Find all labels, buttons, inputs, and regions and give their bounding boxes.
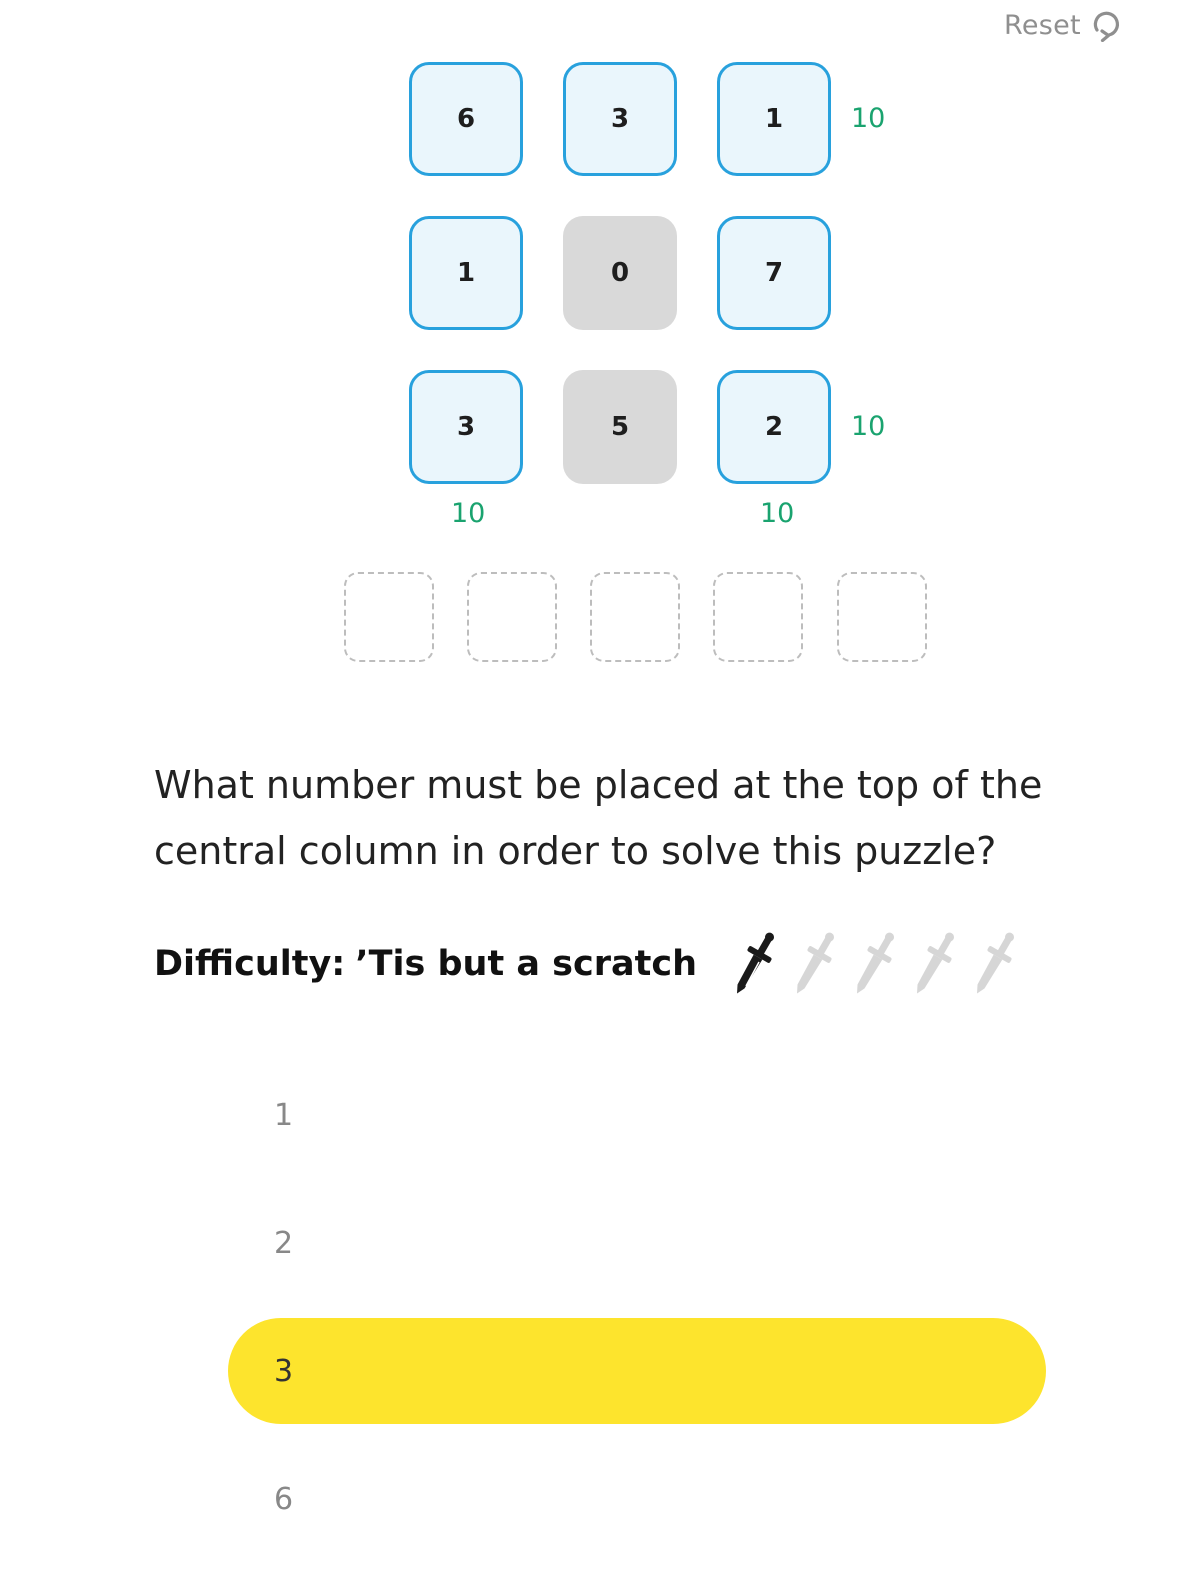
- row-sum-3: 10: [851, 411, 886, 442]
- answer-option-label: 3: [274, 1353, 294, 1389]
- empty-slot[interactable]: [590, 572, 680, 662]
- grid-tile-r1-c1[interactable]: 6: [409, 62, 523, 176]
- empty-slot[interactable]: [837, 572, 927, 662]
- grid-tile-r3-c2: 5: [563, 370, 677, 484]
- grid-tile-r2-c3[interactable]: 7: [717, 216, 831, 330]
- sword-icon: [917, 932, 955, 994]
- sword-icon: [737, 932, 775, 994]
- grid-tile-r1-c2[interactable]: 3: [563, 62, 677, 176]
- question-text: What number must be placed at the top of…: [154, 763, 1043, 873]
- empty-slot[interactable]: [344, 572, 434, 662]
- sword-icon: [797, 932, 835, 994]
- grid-tile-r3-c3[interactable]: 2: [717, 370, 831, 484]
- answer-option-label: 6: [274, 1481, 294, 1517]
- answer-option-1[interactable]: 1: [228, 1062, 1046, 1168]
- grid-tile-r3-c1[interactable]: 3: [409, 370, 523, 484]
- column-sum-3: 10: [760, 498, 795, 529]
- answer-option-6[interactable]: 6: [228, 1446, 1046, 1552]
- difficulty-value: ’Tis but a scratch: [355, 944, 698, 984]
- empty-slot[interactable]: [467, 572, 557, 662]
- grid-tile-r1-c3[interactable]: 1: [717, 62, 831, 176]
- answer-option-2[interactable]: 2: [228, 1190, 1046, 1296]
- difficulty-rating: Difficulty: ’Tis but a scratch: [154, 928, 1021, 1000]
- sword-icon: [977, 932, 1015, 994]
- difficulty-swords: [727, 928, 1021, 1000]
- empty-slot[interactable]: [713, 572, 803, 662]
- answer-option-label: 2: [274, 1225, 294, 1261]
- reset-button[interactable]: Reset: [1004, 8, 1123, 42]
- refresh-icon: [1093, 11, 1119, 42]
- grid-tile-r2-c1[interactable]: 1: [409, 216, 523, 330]
- column-sum-1: 10: [451, 498, 486, 529]
- grid-tile-r2-c2: 0: [563, 216, 677, 330]
- sword-icon: [857, 932, 895, 994]
- row-sum-1: 10: [851, 103, 886, 134]
- answer-options: 1 2 3 6: [228, 1062, 1046, 1574]
- reset-label: Reset: [1004, 9, 1081, 41]
- answer-option-label: 1: [274, 1097, 294, 1133]
- answer-option-3-selected[interactable]: 3: [228, 1318, 1046, 1424]
- difficulty-label: Difficulty:: [154, 944, 346, 984]
